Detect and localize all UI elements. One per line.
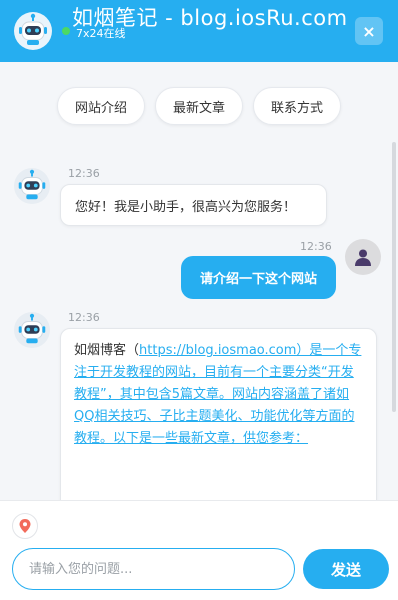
- location-pin-icon[interactable]: [12, 513, 38, 539]
- bot-message: 如烟博客（https://blog.iosmao.com）是一个专注于开发教程的…: [60, 328, 377, 500]
- close-button[interactable]: ×: [355, 17, 383, 45]
- message-text: 如烟博客（: [74, 343, 140, 358]
- online-status-dot: [62, 27, 70, 35]
- quick-replies: 网站介绍 最新文章 联系方式: [0, 87, 398, 125]
- message-time: 12:36: [68, 167, 100, 180]
- chat-scrollbar[interactable]: [392, 142, 396, 412]
- question-input[interactable]: [12, 548, 295, 590]
- message-time: 12:36: [68, 311, 100, 324]
- chat-messages[interactable]: 网站介绍 最新文章 联系方式 12:36 您好！我是小助手，很高兴为您服务！ 1…: [0, 62, 398, 500]
- send-button[interactable]: 发送: [303, 549, 389, 589]
- site-link[interactable]: https://blog.iosmao.com）是一个专注于开发教程的网站，目前…: [74, 343, 361, 446]
- chat-header: 如烟笔记 - blog.iosRu.com 7x24在线 ×: [0, 0, 398, 62]
- message-time: 12:36: [300, 240, 332, 253]
- quick-reply-latest-posts[interactable]: 最新文章: [154, 87, 243, 125]
- bot-message: 您好！我是小助手，很高兴为您服务！: [60, 184, 327, 226]
- quick-reply-contact[interactable]: 联系方式: [253, 87, 342, 125]
- user-icon: [345, 239, 381, 275]
- user-message: 请介绍一下这个网站: [181, 256, 336, 299]
- robot-icon: [14, 312, 50, 348]
- robot-icon: [14, 168, 50, 204]
- quick-reply-site-intro[interactable]: 网站介绍: [56, 87, 145, 125]
- input-area: 发送: [0, 500, 398, 600]
- online-status-text: 7x24在线: [76, 27, 126, 40]
- robot-icon: [14, 12, 52, 50]
